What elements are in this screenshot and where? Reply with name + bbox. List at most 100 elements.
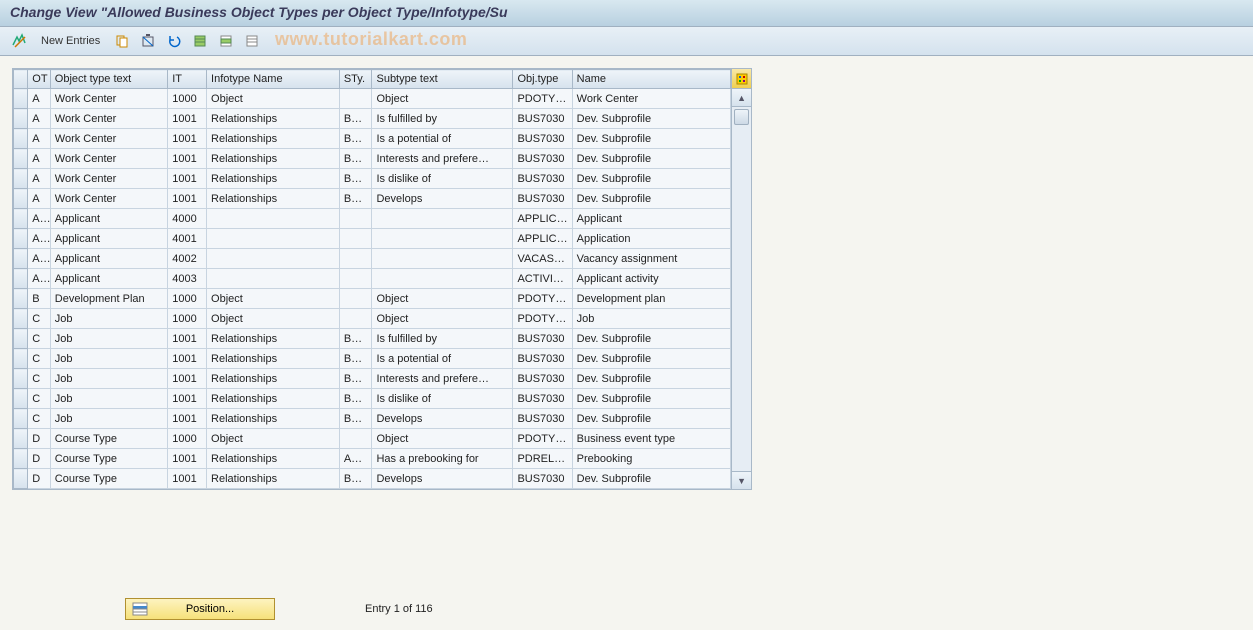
cell-sty[interactable]: A027 [339,449,372,469]
row-selector[interactable] [14,409,28,429]
row-selector[interactable] [14,149,28,169]
cell-objtype[interactable]: VACASS… [513,249,572,269]
cell-stytext[interactable]: Object [372,289,513,309]
table-row[interactable]: AWork Center1001RelationshipsB032Is fulf… [14,109,731,129]
cell-stytext[interactable]: Object [372,309,513,329]
col-header-it[interactable]: IT [168,70,207,89]
cell-sty[interactable] [339,289,372,309]
scroll-track[interactable] [732,107,751,471]
row-selector[interactable] [14,429,28,449]
scroll-down-icon[interactable]: ▼ [732,471,751,489]
cell-it[interactable]: 1001 [168,409,207,429]
col-header-ot[interactable]: OT [28,70,50,89]
cell-ot[interactable]: AP [28,209,50,229]
table-row[interactable]: CJob1001RelationshipsB043Is dislike ofBU… [14,389,731,409]
cell-objtype[interactable]: BUS7030 [513,149,572,169]
cell-ottext[interactable]: Job [50,409,167,429]
cell-it[interactable]: 1000 [168,309,207,329]
cell-name[interactable]: Dev. Subprofile [572,129,730,149]
deselect-all-icon[interactable] [241,31,263,51]
cell-itname[interactable]: Relationships [207,109,340,129]
cell-name[interactable]: Dev. Subprofile [572,109,730,129]
toggle-display-icon[interactable] [8,31,30,51]
cell-name[interactable]: Dev. Subprofile [572,409,730,429]
cell-sty[interactable]: B042 [339,369,372,389]
cell-name[interactable]: Development plan [572,289,730,309]
cell-itname[interactable]: Relationships [207,369,340,389]
col-header-stytext[interactable]: Subtype text [372,70,513,89]
cell-objtype[interactable]: BUS7030 [513,389,572,409]
cell-stytext[interactable]: Is fulfilled by [372,329,513,349]
cell-name[interactable]: Job [572,309,730,329]
new-entries-button[interactable]: New Entries [34,32,107,50]
cell-objtype[interactable]: BUS7030 [513,189,572,209]
cell-itname[interactable]: Relationships [207,149,340,169]
cell-objtype[interactable]: PDOTYP… [513,429,572,449]
cell-sty[interactable]: B049 [339,469,372,489]
cell-stytext[interactable] [372,209,513,229]
row-selector[interactable] [14,389,28,409]
row-selector[interactable] [14,229,28,249]
cell-objtype[interactable]: APPLIC… [513,229,572,249]
cell-ot[interactable]: A [28,169,50,189]
cell-stytext[interactable]: Develops [372,469,513,489]
cell-itname[interactable]: Relationships [207,349,340,369]
cell-it[interactable]: 1001 [168,129,207,149]
copy-icon[interactable] [111,31,133,51]
cell-name[interactable]: Dev. Subprofile [572,389,730,409]
scroll-up-icon[interactable]: ▲ [732,89,751,107]
cell-ot[interactable]: AP [28,249,50,269]
cell-it[interactable]: 1000 [168,289,207,309]
cell-stytext[interactable]: Is a potential of [372,349,513,369]
cell-ottext[interactable]: Applicant [50,249,167,269]
cell-sty[interactable]: B042 [339,149,372,169]
cell-ottext[interactable]: Job [50,389,167,409]
table-row[interactable]: BDevelopment Plan1000ObjectObjectPDOTYP…… [14,289,731,309]
select-all-icon[interactable] [189,31,211,51]
row-selector[interactable] [14,129,28,149]
table-row[interactable]: APApplicant4002VACASS…Vacancy assignment [14,249,731,269]
cell-ot[interactable]: D [28,449,50,469]
cell-ot[interactable]: C [28,369,50,389]
cell-objtype[interactable]: BUS7030 [513,349,572,369]
cell-itname[interactable] [207,269,340,289]
table-row[interactable]: CJob1001RelationshipsB049DevelopsBUS7030… [14,409,731,429]
cell-ottext[interactable]: Job [50,309,167,329]
cell-it[interactable]: 4001 [168,229,207,249]
cell-sty[interactable] [339,89,372,109]
cell-it[interactable]: 4003 [168,269,207,289]
cell-stytext[interactable]: Is dislike of [372,389,513,409]
cell-stytext[interactable] [372,269,513,289]
cell-ottext[interactable]: Work Center [50,89,167,109]
cell-it[interactable]: 1001 [168,169,207,189]
cell-ottext[interactable]: Development Plan [50,289,167,309]
table-row[interactable]: AWork Center1001RelationshipsB042Interes… [14,149,731,169]
table-row[interactable]: APApplicant4001APPLIC…Application [14,229,731,249]
cell-itname[interactable]: Relationships [207,189,340,209]
cell-objtype[interactable]: BUS7030 [513,409,572,429]
cell-stytext[interactable]: Is dislike of [372,169,513,189]
cell-sty[interactable]: B043 [339,389,372,409]
cell-ottext[interactable]: Applicant [50,209,167,229]
cell-objtype[interactable]: BUS7030 [513,129,572,149]
cell-sty[interactable]: B032 [339,329,372,349]
cell-it[interactable]: 1001 [168,389,207,409]
cell-ot[interactable]: A [28,89,50,109]
cell-itname[interactable] [207,229,340,249]
cell-ot[interactable]: B [28,289,50,309]
cell-objtype[interactable]: PDOTYP… [513,309,572,329]
cell-itname[interactable]: Object [207,429,340,449]
table-row[interactable]: CJob1000ObjectObjectPDOTYP…Job [14,309,731,329]
cell-itname[interactable]: Relationships [207,129,340,149]
cell-objtype[interactable]: APPLIC… [513,209,572,229]
cell-objtype[interactable]: BUS7030 [513,369,572,389]
cell-ottext[interactable]: Work Center [50,109,167,129]
cell-ot[interactable]: C [28,409,50,429]
cell-itname[interactable]: Relationships [207,329,340,349]
cell-name[interactable]: Dev. Subprofile [572,329,730,349]
cell-name[interactable]: Vacancy assignment [572,249,730,269]
cell-it[interactable]: 1001 [168,469,207,489]
cell-itname[interactable]: Relationships [207,389,340,409]
cell-ottext[interactable]: Applicant [50,269,167,289]
delete-icon[interactable] [137,31,159,51]
